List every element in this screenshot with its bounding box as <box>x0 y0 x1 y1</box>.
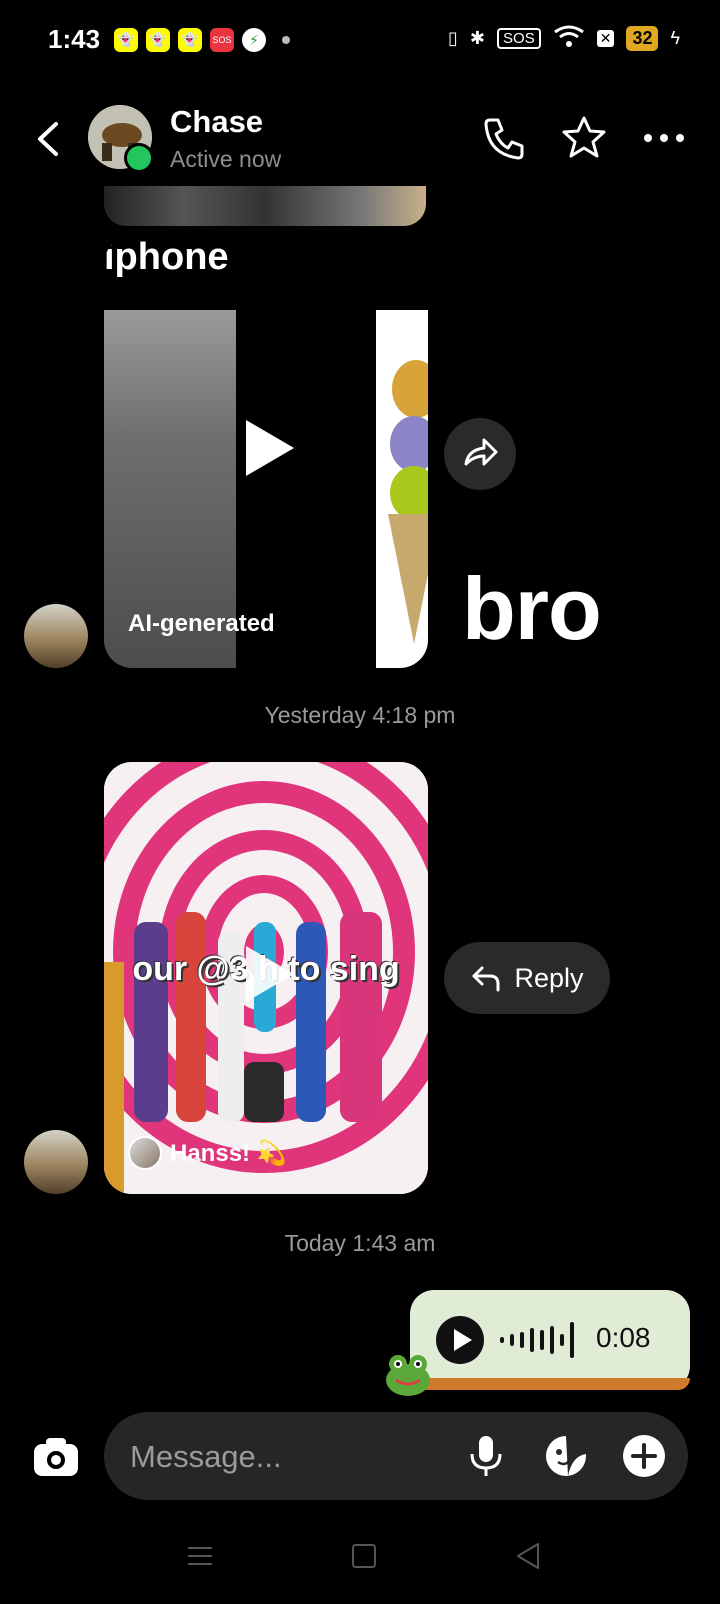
call-button[interactable] <box>480 114 528 162</box>
home-icon <box>352 1544 376 1568</box>
voice-duration: 0:08 <box>596 1322 651 1353</box>
back-icon <box>517 1543 539 1569</box>
status-right-icons: ▯ ✱ SOS ✕ 32 ϟ <box>448 24 680 53</box>
ice-cream-scoop <box>390 416 428 472</box>
sticker-button[interactable] <box>542 1432 590 1480</box>
no-sim-icon: ✕ <box>596 30 615 47</box>
ice-cream-scoop <box>390 466 428 520</box>
timestamp: Yesterday 4:18 pm <box>264 702 456 728</box>
recent-apps-button[interactable] <box>184 1540 216 1572</box>
ice-cream-scoop <box>392 360 428 418</box>
more-options-button[interactable] <box>640 114 688 162</box>
sticker-icon <box>546 1436 586 1476</box>
messenger-icon: ⚡ <box>242 28 266 52</box>
shared-video-2[interactable]: our @3 h to sing Hanss! 💫 <box>104 762 428 1194</box>
share-button[interactable] <box>444 418 516 490</box>
voice-record-button[interactable] <box>462 1432 510 1480</box>
previous-media-preview[interactable] <box>104 186 426 226</box>
add-attachment-button[interactable] <box>620 1432 668 1480</box>
menu-icon <box>188 1547 212 1565</box>
chat-header: Chase Active now <box>0 84 720 194</box>
video-author-avatar <box>128 1136 162 1170</box>
snapchat-icon: 👻 <box>114 28 138 52</box>
reply-arrow-icon <box>472 966 500 992</box>
battery-icon: 32 <box>626 26 659 51</box>
ice-cream-cone <box>388 514 428 644</box>
timestamp: Today 1:43 am <box>284 1230 436 1256</box>
star-icon <box>562 116 606 158</box>
presence-status: Active now <box>170 146 282 172</box>
sender-avatar[interactable] <box>24 604 88 668</box>
voice-play-button[interactable] <box>436 1316 484 1364</box>
favorite-button[interactable] <box>560 114 608 162</box>
video-title-text: iphone <box>104 236 229 278</box>
vibrate-icon: ▯ <box>448 28 458 48</box>
more-notifications-dot <box>282 36 290 44</box>
plus-icon <box>623 1435 665 1477</box>
ai-generated-label: AI-generated <box>128 610 275 637</box>
contact-name[interactable]: Chase <box>170 104 263 140</box>
shared-video-1[interactable]: iphone AI-generated <box>104 236 428 668</box>
reply-button[interactable]: Reply <box>444 942 610 1014</box>
video-author: Hanss! 💫 <box>128 1136 287 1170</box>
play-icon[interactable] <box>236 416 300 480</box>
bluetooth-icon: ✱ <box>469 28 486 48</box>
microphone-icon <box>470 1436 502 1476</box>
system-back-button[interactable] <box>512 1540 544 1572</box>
voice-message[interactable]: 0:08 <box>410 1290 690 1390</box>
more-options-icon <box>644 134 684 142</box>
sender-avatar[interactable] <box>24 1130 88 1194</box>
reply-label: Reply <box>514 962 584 993</box>
message-composer <box>104 1412 688 1500</box>
play-icon[interactable] <box>236 942 300 1006</box>
video-author-name: Hanss! 💫 <box>170 1139 287 1167</box>
message-input[interactable] <box>128 1434 432 1480</box>
sos-signal-icon: SOS <box>497 28 541 49</box>
phone-icon <box>484 118 524 160</box>
charging-icon: ϟ <box>670 28 680 48</box>
play-icon <box>454 1329 472 1351</box>
snapchat-icon: 👻 <box>178 28 202 52</box>
back-arrow-icon <box>38 122 58 156</box>
home-button[interactable] <box>348 1540 380 1572</box>
status-bar: 1:43 👻 👻 👻 SOS ⚡ ▯ ✱ SOS ✕ 32 ϟ <box>0 0 720 84</box>
back-button[interactable] <box>28 114 68 164</box>
camera-icon <box>34 1438 78 1476</box>
online-indicator <box>124 143 154 173</box>
waveform-icon <box>500 1322 574 1358</box>
wifi-icon <box>553 24 585 53</box>
voice-message-decoration <box>410 1378 690 1390</box>
sos-icon: SOS <box>210 28 234 52</box>
status-time: 1:43 <box>48 24 101 54</box>
frog-sticker-icon <box>386 1355 430 1396</box>
share-arrow-icon <box>464 438 498 466</box>
snapchat-icon: 👻 <box>146 28 170 52</box>
video-frame-right <box>376 310 428 668</box>
camera-button[interactable] <box>30 1432 82 1484</box>
message-text: bro <box>462 559 602 658</box>
